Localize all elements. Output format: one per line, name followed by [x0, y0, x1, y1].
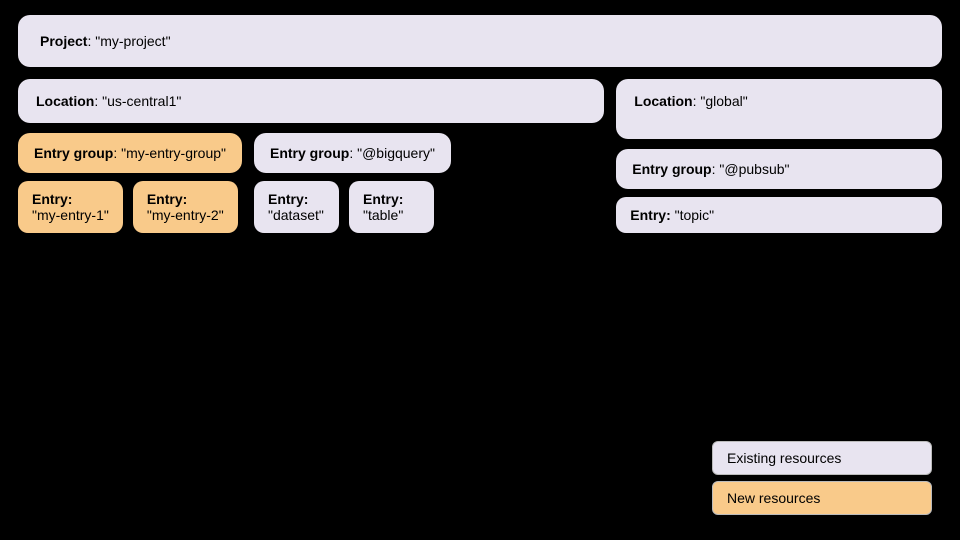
diagram-container: Project: "my-project" Location: "us-cent…	[18, 15, 942, 525]
entry-group-orange-box: Entry group: "my-entry-group"	[18, 133, 242, 173]
location-box-global: Location: "global"	[616, 79, 942, 139]
entry-group-bigquery-box: Entry group: "@bigquery"	[254, 133, 451, 173]
location-box-us-central1: Location: "us-central1"	[18, 79, 604, 123]
entry-my-entry-2: Entry: "my-entry-2"	[133, 181, 238, 233]
entry-group-pubsub: Entry group: "@pubsub" Entry: "topic"	[616, 149, 942, 233]
entry-group-pubsub-box: Entry group: "@pubsub"	[616, 149, 942, 189]
entry-group-my-entry-group: Entry group: "my-entry-group" Entry: "my…	[18, 133, 242, 233]
legend-existing: Existing resources	[712, 441, 932, 475]
project-value: "my-project"	[95, 33, 170, 49]
location-global: Location: "global" Entry group: "@pubsub…	[616, 79, 942, 233]
entries-pubsub: Entry: "topic"	[616, 197, 942, 233]
project-box: Project: "my-project"	[18, 15, 942, 67]
entry-table-value: "table"	[363, 207, 420, 223]
location-value-left: "us-central1"	[102, 93, 181, 109]
entry-dataset: Entry: "dataset"	[254, 181, 339, 233]
entry-value-1: "my-entry-1"	[32, 207, 109, 223]
entry-group-pubsub-value: "@pubsub"	[719, 161, 789, 177]
entry-groups-us-central1: Entry group: "my-entry-group" Entry: "my…	[18, 133, 604, 233]
entries-orange: Entry: "my-entry-1" Entry: "my-entry-2"	[18, 181, 242, 233]
legend-new: New resources	[712, 481, 932, 515]
locations-row: Location: "us-central1" Entry group: "my…	[18, 79, 942, 233]
location-us-central1: Location: "us-central1" Entry group: "my…	[18, 79, 604, 233]
project-label: Project	[40, 33, 87, 49]
entry-table: Entry: "table"	[349, 181, 434, 233]
entry-topic: Entry: "topic"	[616, 197, 942, 233]
location-value-right: "global"	[700, 93, 747, 109]
entry-value-2: "my-entry-2"	[147, 207, 224, 223]
entry-group-orange-value: "my-entry-group"	[121, 145, 226, 161]
entry-dataset-value: "dataset"	[268, 207, 325, 223]
entry-group-bigquery: Entry group: "@bigquery" Entry: "dataset…	[254, 133, 451, 233]
legend-existing-label: Existing resources	[727, 450, 841, 466]
location-label-right: Location	[634, 93, 692, 109]
legend: Existing resources New resources	[712, 441, 932, 515]
entries-bigquery: Entry: "dataset" Entry: "table"	[254, 181, 451, 233]
entry-my-entry-1: Entry: "my-entry-1"	[18, 181, 123, 233]
entry-group-bigquery-value: "@bigquery"	[357, 145, 435, 161]
entry-topic-value: "topic"	[675, 207, 715, 223]
location-label-left: Location	[36, 93, 94, 109]
legend-new-label: New resources	[727, 490, 820, 506]
